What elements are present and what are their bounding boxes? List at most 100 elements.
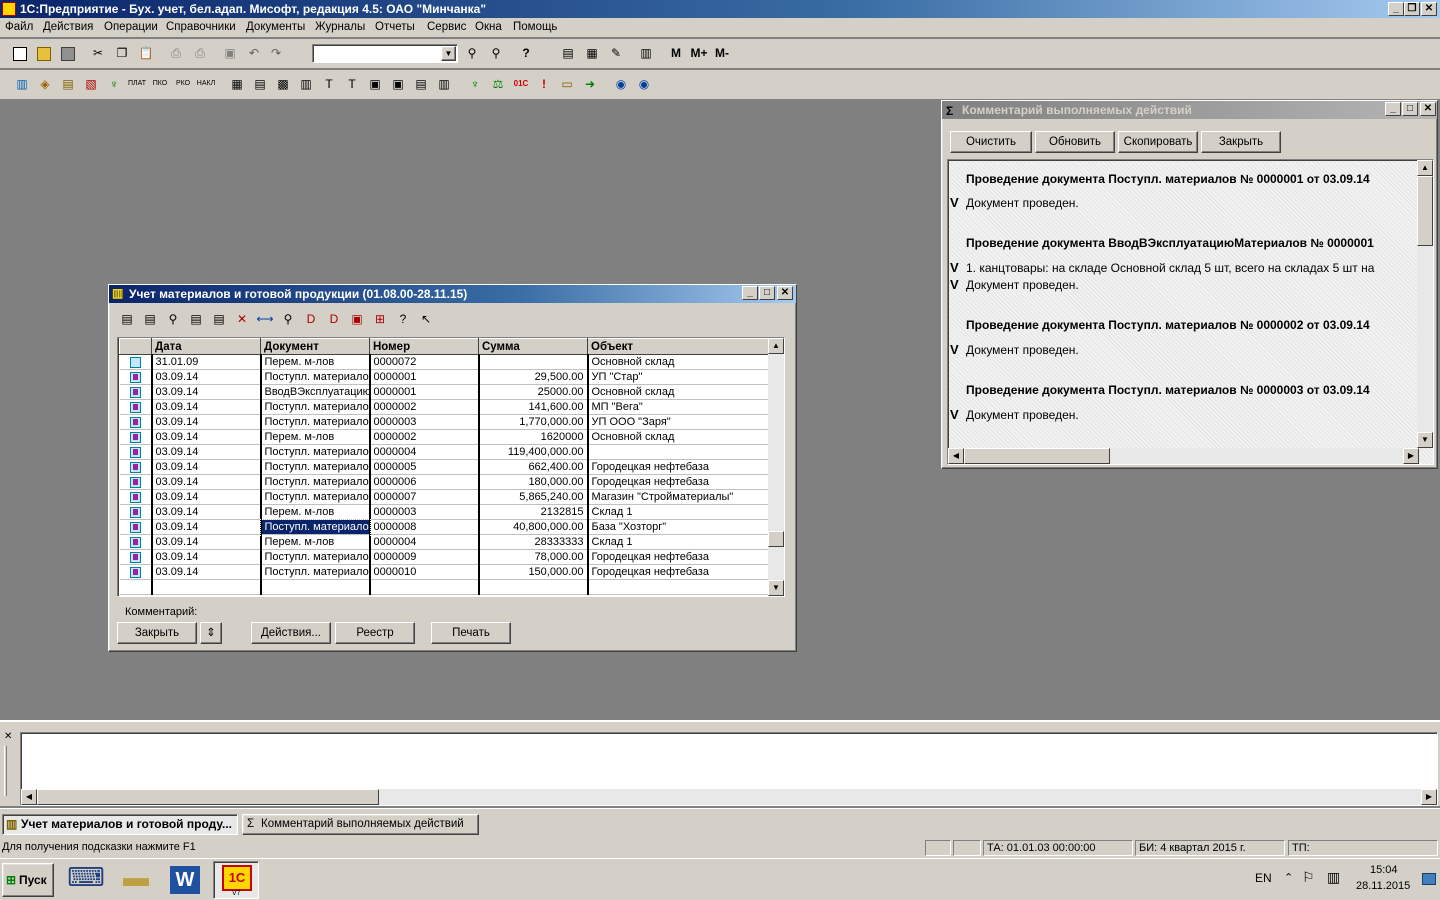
transactions-icon[interactable]: ▧	[81, 74, 101, 94]
cell-sum[interactable]: 141,600.00	[478, 399, 589, 415]
journal-icon[interactable]: ▥	[12, 74, 32, 94]
table-row[interactable]: 03.09.14 Поступл. материалов 0000008 40,800…	[119, 518, 773, 536]
1c-app-task-icon[interactable]: 1С V7	[213, 861, 259, 899]
pin-icon[interactable]: ⇕	[200, 622, 222, 644]
invoice-icon[interactable]: НАКЛ	[196, 74, 216, 94]
redo-icon[interactable]: ↷	[266, 43, 286, 63]
cell-sum[interactable]: 40,800,000.00	[478, 519, 589, 535]
properties-icon[interactable]: ▣	[220, 43, 240, 63]
menu-reports[interactable]: Отчеты	[375, 21, 415, 33]
cell-number[interactable]: 0000003	[369, 504, 480, 520]
row-doc-icon[interactable]	[119, 504, 153, 520]
menu-journals[interactable]: Журналы	[315, 21, 365, 33]
cell-sum[interactable]: 78,000.00	[478, 549, 589, 565]
book-icon[interactable]: ▥	[636, 43, 656, 63]
start-button[interactable]: ⊞ Пуск	[2, 863, 54, 897]
cell-sum[interactable]: 2132815	[478, 504, 589, 520]
edit-row-icon[interactable]: ▤	[186, 309, 206, 329]
row-doc-icon[interactable]	[119, 354, 153, 370]
cell-document[interactable]: Поступл. материалов	[260, 369, 371, 385]
table-row[interactable]: 03.09.14 Перем. м-лов 0000004 28333333 Склад…	[119, 534, 773, 550]
journal-minimize-button[interactable]: _	[742, 286, 758, 300]
table-row[interactable]: 03.09.14 Перем. м-лов 0000003 2132815 Склад …	[119, 504, 773, 520]
cell-sum[interactable]: 180,000.00	[478, 474, 589, 490]
cash-out-icon[interactable]: РКО	[173, 74, 193, 94]
row-doc-icon[interactable]	[119, 429, 153, 445]
table-row[interactable]: 31.01.09 Перем. м-лов 0000072 Основной скла…	[119, 354, 773, 370]
log-close-btn[interactable]: Закрыть	[1201, 131, 1281, 153]
paste-icon[interactable]: 📋	[136, 43, 156, 63]
cell-document[interactable]: Поступл. материалов	[260, 489, 371, 505]
cell-sum[interactable]: 28333333	[478, 534, 589, 550]
table-row-empty[interactable]	[119, 579, 773, 595]
find-icon[interactable]: ⚲	[462, 43, 482, 63]
menu-windows[interactable]: Окна	[475, 21, 502, 33]
actions-button[interactable]: Действия...	[251, 622, 331, 644]
cell-date[interactable]: 03.09.14	[151, 519, 262, 535]
search-combo[interactable]: ▼	[312, 44, 458, 63]
cell-sum[interactable]: 25000.00	[478, 384, 589, 400]
row-doc-icon[interactable]	[119, 489, 153, 505]
tool-1-icon[interactable]: ♆	[465, 74, 485, 94]
log-scroll-thumb[interactable]	[1417, 176, 1433, 246]
cell-document[interactable]: Поступл. материалов	[259, 518, 371, 536]
show-desktop-icon[interactable]	[1422, 873, 1436, 885]
cell-date[interactable]: 03.09.14	[151, 549, 262, 565]
cell-sum[interactable]: 119,400,000.00	[478, 444, 589, 460]
post-icon[interactable]: D	[301, 309, 321, 329]
message-horizontal-scrollbar[interactable]: ◀ ▶	[21, 789, 1437, 805]
log-messages[interactable]: Проведение документа Поступл. материалов…	[947, 159, 1434, 465]
cell-date[interactable]: 03.09.14	[151, 444, 262, 460]
word-icon[interactable]: W	[164, 862, 208, 898]
row-doc-icon[interactable]	[119, 444, 153, 460]
print-icon[interactable]: ⎙	[166, 43, 186, 63]
cell-date[interactable]: 03.09.14	[151, 399, 262, 415]
report-5-icon[interactable]: T	[319, 74, 339, 94]
chart-of-accounts-icon[interactable]: ◈	[35, 74, 55, 94]
cell-number[interactable]: 0000006	[369, 474, 480, 490]
scroll-down-icon[interactable]: ▼	[768, 580, 784, 596]
cell-number[interactable]: 0000001	[369, 369, 480, 385]
calculator-icon[interactable]: ▤	[558, 43, 578, 63]
close-button[interactable]: ✕	[1421, 2, 1437, 16]
cell-date[interactable]: 03.09.14	[151, 489, 262, 505]
cell-number[interactable]: 0000004	[369, 534, 480, 550]
message-scroll-right-icon[interactable]: ▶	[1421, 789, 1437, 805]
log-maximize-button[interactable]: □	[1402, 102, 1418, 116]
action-center-flag-icon[interactable]: ⚐	[1302, 869, 1315, 886]
cell-date[interactable]: 03.09.14	[151, 429, 262, 445]
cell-document[interactable]: Поступл. материалов	[260, 474, 371, 490]
cell-object[interactable]: База "Хозторг"	[587, 519, 773, 535]
cell-document[interactable]: Перем. м-лов	[260, 504, 371, 520]
unpost-icon[interactable]: D	[324, 309, 344, 329]
menu-documents[interactable]: Документы	[246, 21, 305, 33]
menu-actions[interactable]: Действия	[43, 21, 93, 33]
scroll-up-icon[interactable]: ▲	[768, 338, 784, 354]
cell-sum[interactable]: 1,770,000.00	[478, 414, 589, 430]
cell-sum[interactable]: 5,865,240.00	[478, 489, 589, 505]
log-scroll-down-icon[interactable]: ▼	[1417, 432, 1433, 448]
row-doc-icon[interactable]	[119, 399, 153, 415]
cell-document[interactable]: Перем. м-лов	[260, 354, 371, 370]
cut-icon[interactable]: ✂	[88, 43, 108, 63]
find-next-icon[interactable]: ⚲	[486, 43, 506, 63]
cash-in-icon[interactable]: ПКО	[150, 74, 170, 94]
menu-catalogs[interactable]: Справочники	[166, 21, 236, 33]
journal-close-btn[interactable]: Закрыть	[117, 622, 197, 644]
cell-document[interactable]: Поступл. материалов	[260, 459, 371, 475]
cell-date[interactable]: 03.09.14	[151, 369, 262, 385]
table-row[interactable]: 03.09.14 Поступл. материалов 0000004 119,40…	[119, 444, 773, 460]
search-icon[interactable]: ⚲	[278, 309, 298, 329]
cell-sum[interactable]: 150,000.00	[478, 564, 589, 580]
cell-object[interactable]: МП "Вега"	[587, 399, 773, 415]
grid-vertical-scrollbar[interactable]: ▲ ▼	[768, 338, 784, 596]
cell-object[interactable]: Склад 1	[587, 504, 773, 520]
print-button[interactable]: Печать	[431, 622, 511, 644]
cell-object[interactable]: Городецкая нефтебаза	[587, 474, 773, 490]
calendar-icon[interactable]: ▦	[582, 43, 602, 63]
delete-row-icon[interactable]: ✕	[232, 309, 252, 329]
undo-icon[interactable]: ↶	[244, 43, 264, 63]
cell-empty[interactable]	[260, 579, 371, 595]
cell-date[interactable]: 03.09.14	[151, 534, 262, 550]
clock-date[interactable]: 28.11.2015	[1356, 880, 1410, 892]
